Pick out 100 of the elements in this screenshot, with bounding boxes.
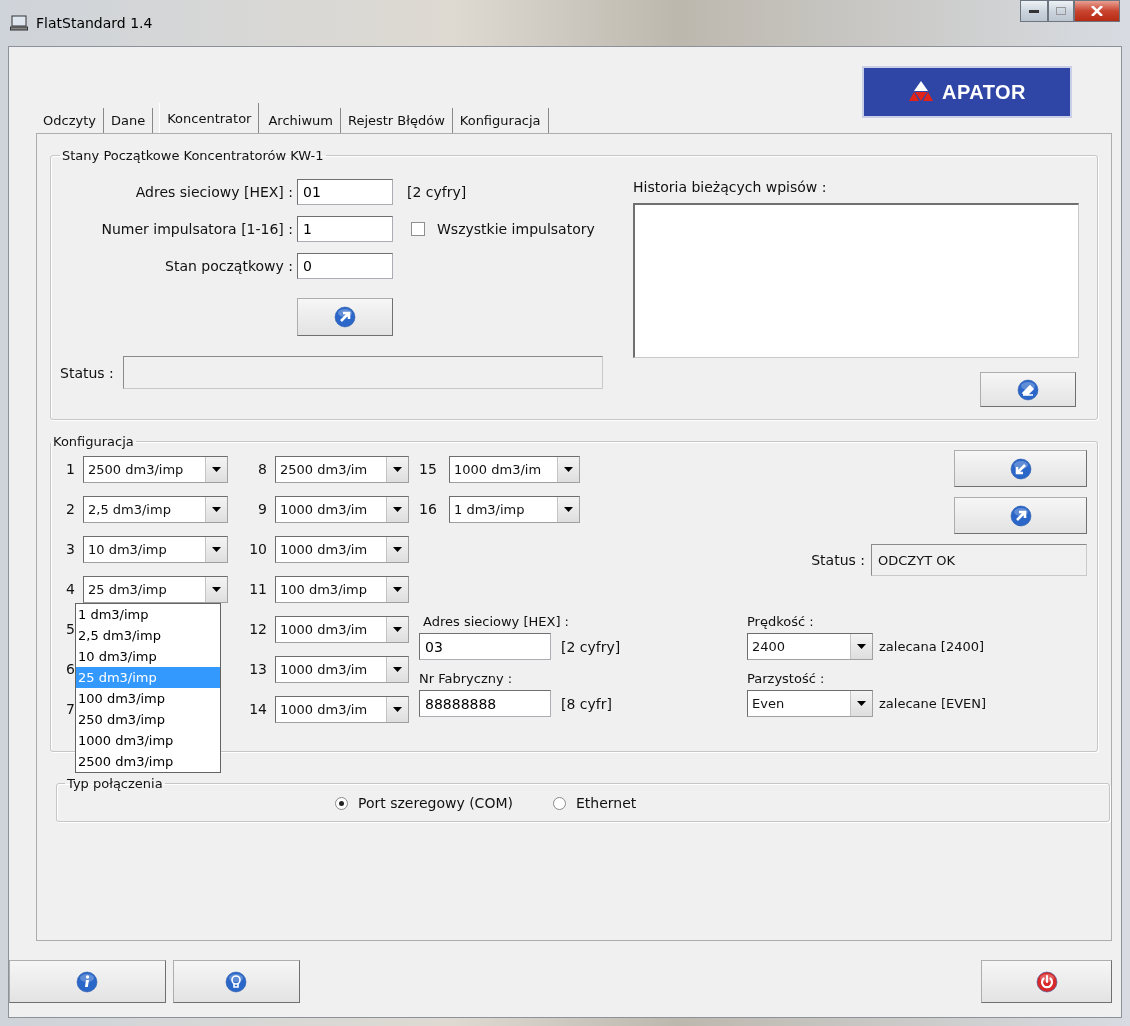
- caret-icon: [212, 546, 221, 552]
- caret-icon: [857, 644, 866, 649]
- checkbox-label: Wszystkie impulsatory: [437, 221, 595, 237]
- group-title: Stany Początkowe Koncentratorów KW-1: [61, 148, 325, 163]
- caret-icon: [393, 666, 402, 672]
- radio-label: Port szeregowy (COM): [358, 795, 513, 811]
- minimize-icon: [1029, 9, 1039, 13]
- channel-number: 10: [248, 541, 268, 557]
- read-button[interactable]: [954, 450, 1087, 487]
- field-label: Numer impulsatora [1-16] :: [100, 221, 293, 237]
- caret-icon: [393, 506, 402, 512]
- info-icon: [76, 970, 99, 993]
- status-field: ODCZYT OK: [871, 544, 1087, 576]
- tab[interactable]: Odczyty: [36, 108, 104, 133]
- tab[interactable]: Rejestr Błędów: [340, 108, 453, 133]
- dropdown[interactable]: 1000 dm3/im: [275, 615, 409, 643]
- caret-icon: [857, 701, 866, 706]
- dropdown[interactable]: 1000 dm3/im: [275, 495, 409, 523]
- dropdown[interactable]: 2400: [747, 633, 873, 660]
- channel-number: 7: [65, 701, 76, 717]
- eraser-icon: [1017, 378, 1039, 401]
- field-label: Adres sieciowy [HEX] :: [423, 614, 570, 629]
- group-title: Typ połączenia: [66, 776, 164, 791]
- channel-number: 12: [248, 621, 268, 637]
- channel-number: 3: [65, 541, 76, 557]
- dropdown[interactable]: Even: [747, 690, 873, 717]
- write-button[interactable]: [954, 497, 1087, 534]
- channel-number: 14: [248, 701, 268, 717]
- caret-icon: [393, 626, 402, 632]
- clear-button[interactable]: [980, 372, 1076, 407]
- dropdown[interactable]: 1000 dm3/im: [275, 535, 409, 563]
- caret-icon: [212, 506, 221, 512]
- channel-number: 2: [65, 501, 76, 517]
- input-field[interactable]: 03: [419, 633, 551, 660]
- history-label: Historia bieżących wpisów :: [633, 179, 828, 195]
- dropdown[interactable]: 1000 dm3/im: [275, 655, 409, 683]
- dropdown[interactable]: 25 dm3/imp: [83, 575, 228, 603]
- channel-number: 13: [248, 661, 268, 677]
- tab[interactable]: Dane: [103, 108, 154, 133]
- tab[interactable]: Konfiguracja: [452, 108, 549, 133]
- channel-number: 1: [65, 461, 76, 477]
- dropdown[interactable]: 100 dm3/imp: [275, 575, 409, 603]
- field-label: Parzystość :: [747, 671, 826, 686]
- radio-label: Ethernet: [575, 795, 637, 811]
- field-label: Nr Fabryczny :: [419, 671, 514, 686]
- close-icon: [1091, 6, 1103, 16]
- hint-text: zalecana [2400]: [879, 639, 985, 654]
- lightbulb-icon: [225, 970, 248, 993]
- caret-icon: [393, 586, 402, 592]
- input-field[interactable]: 0: [297, 253, 393, 279]
- input-field[interactable]: 88888888: [419, 690, 551, 717]
- caret-icon: [393, 466, 402, 472]
- power-icon: [1035, 970, 1058, 993]
- channel-number: 15: [419, 461, 438, 477]
- close-button[interactable]: [1074, 0, 1120, 22]
- maximize-button[interactable]: [1048, 0, 1074, 22]
- arrow-up-right-icon: [1009, 504, 1032, 527]
- channel-number: 8: [257, 461, 268, 477]
- input-field[interactable]: 01: [297, 179, 393, 205]
- caret-icon: [212, 586, 221, 592]
- send-button[interactable]: [297, 298, 393, 336]
- computer-icon: [10, 15, 28, 31]
- arrow-down-left-icon: [1009, 457, 1032, 480]
- info-button[interactable]: [9, 960, 166, 1003]
- channel-number: 16: [419, 501, 438, 517]
- dropdown[interactable]: 10 dm3/imp: [83, 535, 228, 563]
- dropdown[interactable]: 2,5 dm3/imp: [83, 495, 228, 523]
- arrow-up-right-icon: [334, 306, 356, 328]
- caret-icon: [393, 546, 402, 552]
- input-field[interactable]: 1: [297, 216, 393, 242]
- hint-text: zalecane [EVEN]: [879, 696, 987, 711]
- dropdown[interactable]: 2500 dm3/imp: [83, 455, 228, 483]
- radio-button[interactable]: [335, 796, 348, 810]
- field-label: Stan początkowy :: [164, 258, 293, 274]
- dropdown[interactable]: 1000 dm3/im: [449, 455, 580, 483]
- caret-icon: [212, 466, 221, 472]
- caret-icon: [564, 506, 573, 512]
- channel-number: 6: [65, 661, 76, 677]
- status-label: Status :: [811, 552, 865, 568]
- hint-text: [2 cyfry]: [407, 184, 467, 200]
- radio-button[interactable]: [552, 796, 566, 810]
- logo: APATOR: [862, 66, 1072, 118]
- dropdown[interactable]: 2500 dm3/im: [275, 455, 409, 483]
- maximize-icon: [1056, 7, 1066, 15]
- dropdown[interactable]: 1000 dm3/im: [275, 695, 409, 723]
- power-button[interactable]: [981, 960, 1112, 1003]
- tab[interactable]: Koncentrator: [159, 103, 260, 133]
- caret-icon: [564, 466, 573, 472]
- checkbox[interactable]: [411, 222, 425, 236]
- channel-number: 5: [65, 621, 76, 637]
- caret-icon: [393, 706, 402, 712]
- group-title: Konfiguracja: [52, 434, 135, 449]
- field-label: Prędkość :: [747, 614, 815, 629]
- help-button[interactable]: [172, 960, 301, 1003]
- minimize-button[interactable]: [1020, 0, 1048, 22]
- tab[interactable]: Archiwum: [261, 108, 341, 133]
- hint-text: [2 cyfry]: [561, 638, 621, 655]
- channel-number: 9: [257, 501, 268, 517]
- channel-number: 11: [248, 581, 268, 597]
- dropdown[interactable]: 1 dm3/imp: [449, 495, 580, 523]
